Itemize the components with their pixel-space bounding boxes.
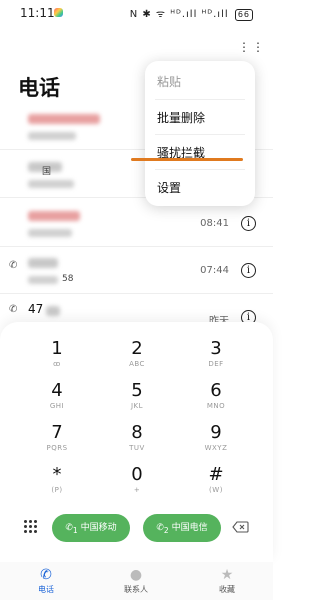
- nav-tab-phone[interactable]: ✆ 电话: [16, 566, 76, 595]
- nav-label: 电话: [38, 585, 54, 594]
- dial-key-letters: JKL: [130, 402, 144, 410]
- nav-tab-contacts[interactable]: ● 联系人: [106, 566, 166, 595]
- number-fragment: 国: [42, 167, 52, 177]
- info-icon[interactable]: i: [241, 263, 256, 278]
- star-icon: ★: [220, 567, 234, 583]
- call-type-icon: ✆: [9, 260, 18, 271]
- dial-key[interactable]: 1ꝏ: [27, 338, 87, 378]
- phone-number-redacted: [28, 132, 76, 140]
- contact-name-redacted: [46, 306, 60, 316]
- call-log-row[interactable]: 08:41 i: [0, 201, 273, 247]
- battery-icon: 66: [234, 9, 253, 21]
- phone-sim1-icon: ✆1: [65, 523, 78, 535]
- menu-divider: [155, 169, 245, 170]
- menu-divider: [155, 134, 245, 135]
- dial-key-digit: 3: [210, 338, 222, 359]
- status-icons: N ✱ ᯤ ᴴᴰ.ıll ᴴᴰ.ıll 66: [130, 6, 253, 21]
- phone-icon: ✆: [40, 567, 52, 583]
- menu-item-settings[interactable]: 设置: [157, 179, 181, 196]
- app-notification-icon: [54, 8, 63, 17]
- nav-label: 联系人: [124, 585, 148, 594]
- number-fragment: 58: [62, 274, 74, 284]
- dial-key[interactable]: 8 TUV: [107, 422, 167, 462]
- contact-name-redacted: [28, 114, 100, 124]
- page-title: 电话: [18, 76, 60, 100]
- dial-key-digit: 5: [131, 380, 143, 401]
- dial-key-letters: +: [133, 486, 141, 494]
- contacts-icon: ●: [129, 567, 143, 583]
- dial-key-digit: 2: [131, 338, 143, 359]
- dial-key-digit: 6: [210, 380, 222, 401]
- call-time: 08:41: [200, 218, 229, 229]
- phone-sim2-icon: ✆2: [156, 523, 169, 535]
- phone-number-redacted: [28, 229, 72, 237]
- overflow-menu: 粘贴 批量删除 骚扰拦截 设置: [145, 61, 255, 206]
- dial-key[interactable]: 9 WXYZ: [186, 422, 246, 462]
- dial-key-letters: ABC: [129, 360, 145, 368]
- dial-key[interactable]: 7 PQRS: [27, 422, 87, 462]
- dial-key-letters: ꝏ: [53, 360, 61, 368]
- more-menu-icon[interactable]: ⋮⋮: [238, 40, 266, 54]
- menu-item-batch-delete[interactable]: 批量删除: [157, 109, 205, 126]
- dial-key-digit: #: [208, 464, 224, 485]
- call-log-row[interactable]: ✆ 58 07:44 i: [0, 248, 273, 294]
- dial-key[interactable]: 5 JKL: [107, 380, 167, 420]
- call-button-sim1[interactable]: ✆1 中国移动: [52, 514, 130, 542]
- dial-key-digit: 1: [51, 338, 63, 359]
- dial-key-digit: 7: [51, 422, 63, 443]
- dial-key-letters: GHI: [49, 402, 65, 410]
- nav-label: 收藏: [219, 585, 235, 594]
- dial-key[interactable]: 4 GHI: [27, 380, 87, 420]
- dial-key-digit: *: [52, 464, 62, 485]
- dial-key-letters: TUV: [129, 444, 145, 452]
- menu-divider: [155, 99, 245, 100]
- phone-number-redacted: [28, 180, 74, 188]
- sim1-label: 中国移动: [80, 523, 117, 533]
- menu-item-paste[interactable]: 粘贴: [157, 73, 181, 90]
- dial-key[interactable]: 2 ABC: [107, 338, 167, 378]
- dialpad-toggle-icon[interactable]: [24, 520, 38, 534]
- nav-tab-favorites[interactable]: ★ 收藏: [197, 566, 257, 595]
- call-time: 07:44: [200, 265, 229, 276]
- contact-name-redacted: [28, 211, 80, 221]
- dial-key[interactable]: 6 MNO: [186, 380, 246, 420]
- dial-key[interactable]: 0 +: [107, 464, 167, 504]
- dial-key-digit: 8: [131, 422, 143, 443]
- selection-underline: [131, 158, 243, 161]
- dial-key[interactable]: 3 DEF: [186, 338, 246, 378]
- contact-name: 47: [28, 302, 44, 316]
- info-icon[interactable]: i: [241, 216, 256, 231]
- backspace-icon[interactable]: [232, 521, 249, 533]
- dial-key-digit: 9: [210, 422, 222, 443]
- status-time: 11:11: [20, 6, 55, 20]
- dial-key-digit: 4: [51, 380, 63, 401]
- contact-name-redacted: [28, 258, 58, 268]
- status-bar: 11:11 N ✱ ᯤ ᴴᴰ.ıll ᴴᴰ.ıll 66: [0, 0, 273, 26]
- dial-key-letters: (P): [51, 486, 63, 494]
- dial-key-letters: WXYZ: [204, 444, 228, 452]
- bottom-nav: ✆ 电话 ● 联系人 ★ 收藏: [0, 562, 273, 600]
- dial-key[interactable]: * (P): [27, 464, 87, 504]
- dial-key-letters: PQRS: [46, 444, 68, 452]
- dial-key-letters: (W): [209, 486, 223, 494]
- dial-key-digit: 0: [131, 464, 143, 485]
- sim2-label: 中国电信: [171, 523, 208, 533]
- dial-key-letters: MNO: [206, 402, 226, 410]
- signal-icons: N ✱ ᯤ ᴴᴰ.ıll ᴴᴰ.ıll: [129, 9, 229, 20]
- call-button-sim2[interactable]: ✆2 中国电信: [143, 514, 221, 542]
- call-type-icon: ✆: [9, 304, 18, 315]
- dial-key-letters: DEF: [208, 360, 224, 368]
- dial-key[interactable]: # (W): [186, 464, 246, 504]
- phone-number-redacted: [28, 276, 58, 284]
